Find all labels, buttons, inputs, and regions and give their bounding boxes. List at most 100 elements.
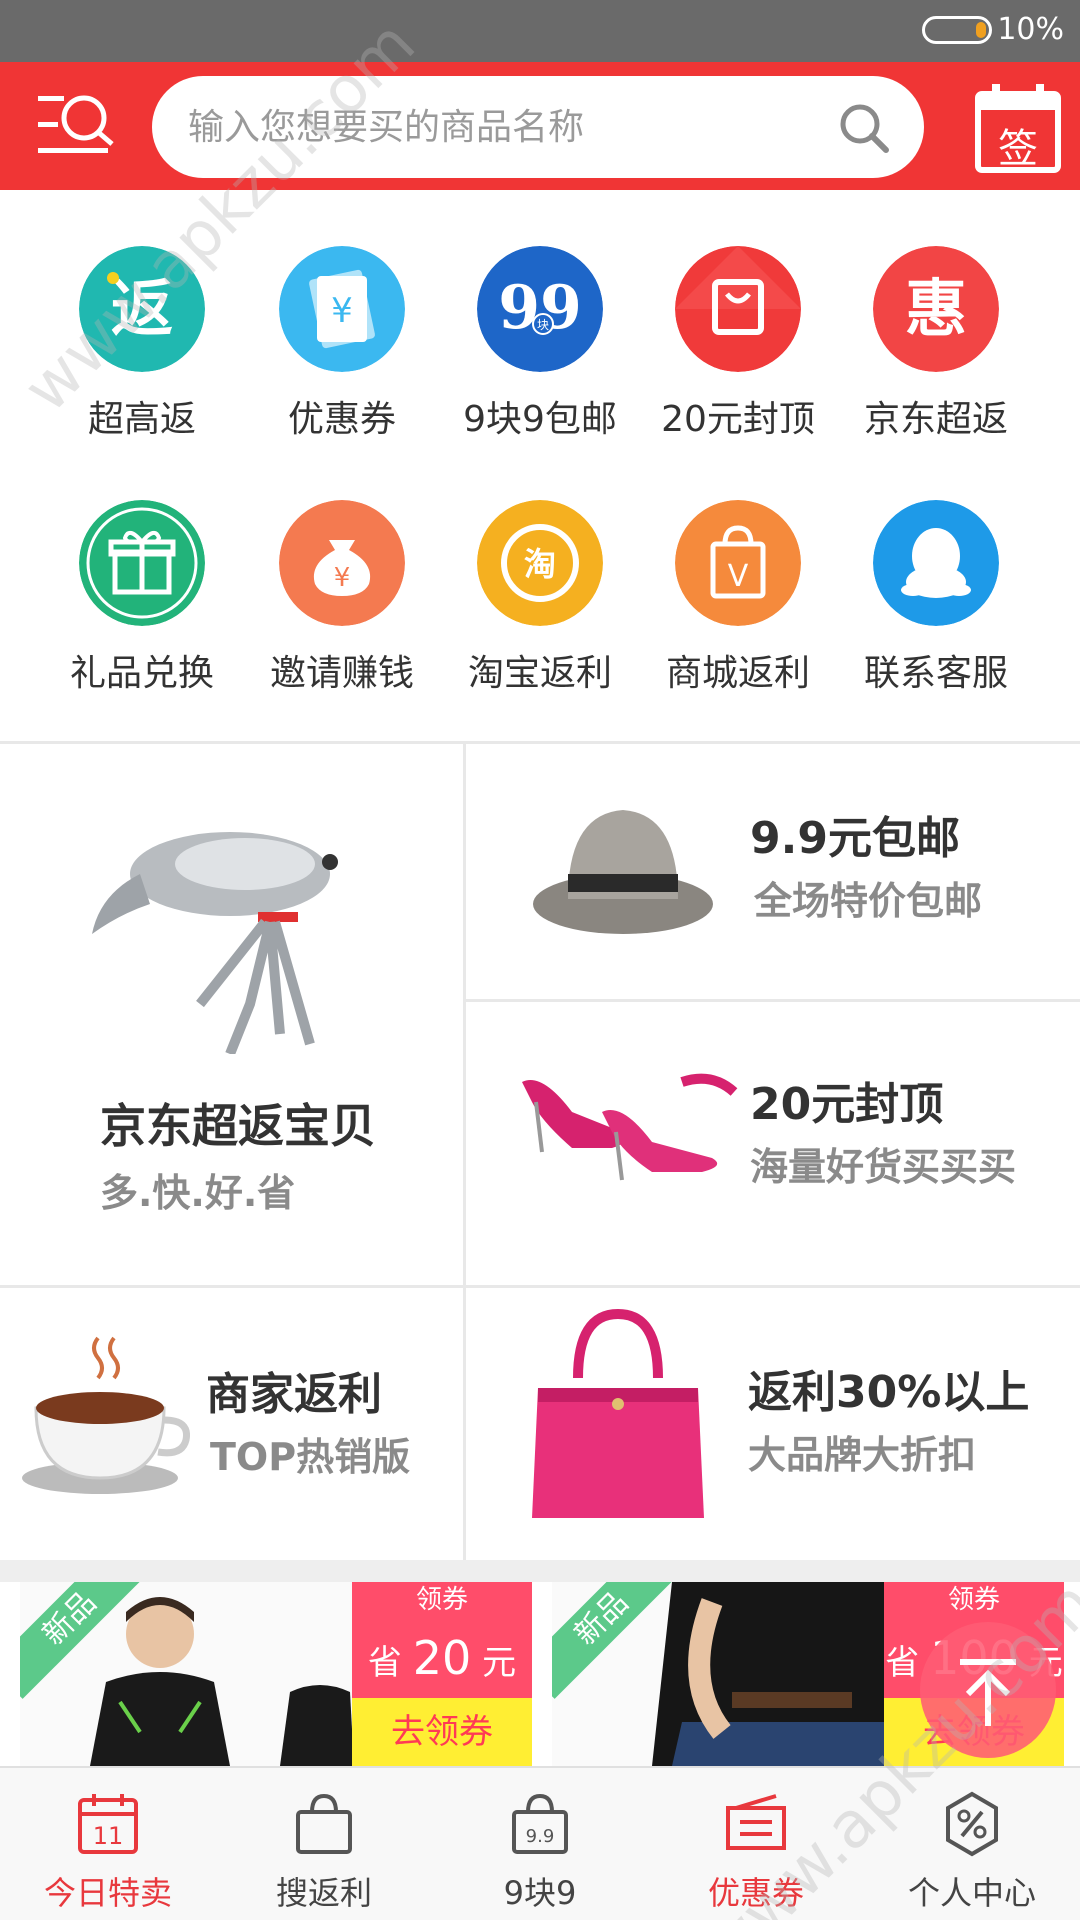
tab-search-rebate[interactable]: 搜返利 <box>216 1768 432 1920</box>
coupon-ticket-icon: ¥ <box>279 246 405 372</box>
money-bag-icon: ¥ <box>279 500 405 626</box>
coupon-save-prefix: 省 <box>367 1643 402 1683</box>
coupon-save-prefix: 省 <box>885 1643 920 1683</box>
hui-glyph: 惠 <box>905 272 967 345</box>
percent-gear-icon <box>946 1791 998 1857</box>
search-menu-icon <box>38 95 114 153</box>
category-grid: 返 超高返 ¥ 优惠券 99 块 9块9包邮 20元封顶 惠 京东超返 礼品兑换… <box>0 190 1080 742</box>
hat-image <box>533 810 713 934</box>
nine-nine-icon: 99 块 <box>477 246 603 372</box>
arrow-up-icon <box>960 1659 1016 1726</box>
grid-label: 联系客服 <box>863 653 1008 694</box>
fan-glyph: 返 <box>111 272 173 345</box>
coupon-amount: 省 20 元 <box>352 1618 532 1698</box>
grid-label: 淘宝返利 <box>467 653 612 694</box>
bag-icon <box>675 246 801 372</box>
kuai-glyph: 块 <box>537 318 549 332</box>
bottom-tab-bar: 11 今日特卖 搜返利 9.9 9块9 优惠券 个人中心 <box>0 1766 1080 1920</box>
grid-item-youhuiquan[interactable]: ¥ 优惠券 <box>242 190 442 440</box>
promo-twenty-title: 20元封顶 <box>750 1079 944 1130</box>
coupon-unit: 元 <box>482 1643 517 1683</box>
tab-label: 个人中心 <box>907 1874 1036 1912</box>
coupon-header: 领券 <box>352 1582 532 1618</box>
coupon-tag[interactable]: 领券 省 20 元 去领券 <box>352 1582 532 1766</box>
tab-label: 搜返利 <box>275 1874 372 1912</box>
grid-item-chaogaofan[interactable]: 返 超高返 <box>42 190 242 440</box>
promo-twenty[interactable]: 20元封顶 海量好货买买买 <box>466 1002 1080 1285</box>
shopping-bag-icon <box>296 1793 352 1854</box>
grid-item-9kuai9[interactable]: 99 块 9块9包邮 <box>440 190 640 440</box>
section-separator <box>0 1560 1080 1582</box>
promo-jd[interactable]: 京东超返宝贝 多.快.好.省 <box>0 744 463 1285</box>
tab-label: 9块9 <box>503 1874 577 1912</box>
promo-merchant[interactable]: 商家返利 TOP热销版 <box>0 1288 463 1560</box>
tab-today-sale[interactable]: 11 今日特卖 <box>0 1768 216 1920</box>
gift-icon <box>79 500 205 626</box>
grid-item-taobao[interactable]: 淘 淘宝返利 <box>440 444 640 694</box>
grid-item-20yuan[interactable]: 20元封顶 <box>638 190 838 440</box>
mall-glyph: V <box>728 559 749 594</box>
high-heels-image <box>522 1073 738 1181</box>
battery-percent: 10% <box>997 12 1064 47</box>
scroll-top-button[interactable] <box>920 1622 1056 1758</box>
taobao-glyph: 淘 <box>524 545 556 583</box>
qq-penguin-icon <box>873 500 999 626</box>
promo-rebate-title: 返利30%以上 <box>748 1367 1030 1418</box>
promo-rebate[interactable]: 返利30%以上 大品牌大折扣 <box>466 1288 1080 1560</box>
grid-label: 9块9包邮 <box>463 399 617 440</box>
grid-item-gift[interactable]: 礼品兑换 <box>42 444 242 694</box>
tab-nine-nine[interactable]: 9.9 9块9 <box>432 1768 648 1920</box>
status-bar: 10% <box>0 0 1080 62</box>
promo-jd-title: 京东超返宝贝 <box>100 1099 376 1153</box>
grid-label: 京东超返 <box>863 399 1008 440</box>
grid-item-invite[interactable]: ¥ 邀请赚钱 <box>242 444 442 694</box>
taobao-icon: 淘 <box>477 500 603 626</box>
search-box[interactable] <box>152 76 924 178</box>
grid-label: 商城返利 <box>665 653 810 694</box>
tab-label: 今日特卖 <box>43 1874 172 1912</box>
svg-text:9.9: 9.9 <box>526 1826 555 1847</box>
tab-profile[interactable]: 个人中心 <box>864 1768 1080 1920</box>
calendar-11-icon: 11 <box>78 1794 138 1854</box>
grid-label: 礼品兑换 <box>69 653 214 694</box>
bag-9-9-icon: 9.9 <box>512 1793 568 1854</box>
promo-rebate-subtitle: 大品牌大折扣 <box>748 1433 977 1477</box>
promo-jd-subtitle: 多.快.好.省 <box>100 1171 296 1215</box>
grid-item-jdchaofan[interactable]: 惠 京东超返 <box>836 190 1036 440</box>
get-coupon-button[interactable]: 去领券 <box>352 1698 532 1766</box>
promo-merchant-title: 商家返利 <box>206 1369 382 1420</box>
grid-label: 优惠券 <box>287 399 396 440</box>
coupon-glyph: ¥ <box>331 291 353 331</box>
svg-text:11: 11 <box>93 1822 124 1850</box>
battery-icon <box>922 16 992 44</box>
tab-label: 优惠券 <box>707 1874 804 1912</box>
money-glyph: ¥ <box>334 563 351 593</box>
grid-item-service[interactable]: 联系客服 <box>836 444 1036 694</box>
promo-nine-title: 9.9元包邮 <box>750 813 960 864</box>
promo-twenty-subtitle: 海量好货买买买 <box>750 1145 1017 1189</box>
app-header: 签 <box>0 62 1080 190</box>
fan-icon: 返 <box>79 246 205 372</box>
sign-label: 签 <box>998 126 1038 172</box>
promo-merchant-subtitle: TOP热销版 <box>210 1435 411 1479</box>
coupon-header: 领券 <box>884 1582 1064 1618</box>
coupon-icon <box>726 1794 786 1850</box>
handbag-image <box>532 1308 704 1518</box>
tab-coupons[interactable]: 优惠券 <box>648 1768 864 1920</box>
hui-icon: 惠 <box>873 246 999 372</box>
search-menu-button[interactable] <box>38 88 124 164</box>
coupon-card[interactable]: 新品 领券 省 20 元 去领券 <box>20 1582 532 1766</box>
promo-nine-subtitle: 全场特价包邮 <box>754 879 983 923</box>
jd-dog-image <box>92 832 338 1054</box>
grid-label: 邀请赚钱 <box>269 653 414 694</box>
grid-label: 20元封顶 <box>661 399 815 440</box>
search-icon[interactable] <box>836 100 892 156</box>
sign-in-button[interactable]: 签 <box>974 82 1062 174</box>
promo-nine[interactable]: 9.9元包邮 全场特价包邮 <box>466 744 1080 999</box>
grid-label: 超高返 <box>87 399 196 440</box>
coffee-cup-image <box>22 1336 190 1494</box>
search-input[interactable] <box>188 76 828 178</box>
mall-bag-icon: V <box>675 500 801 626</box>
coupon-amount-value: 20 <box>412 1631 472 1685</box>
grid-item-mall[interactable]: V 商城返利 <box>638 444 838 694</box>
